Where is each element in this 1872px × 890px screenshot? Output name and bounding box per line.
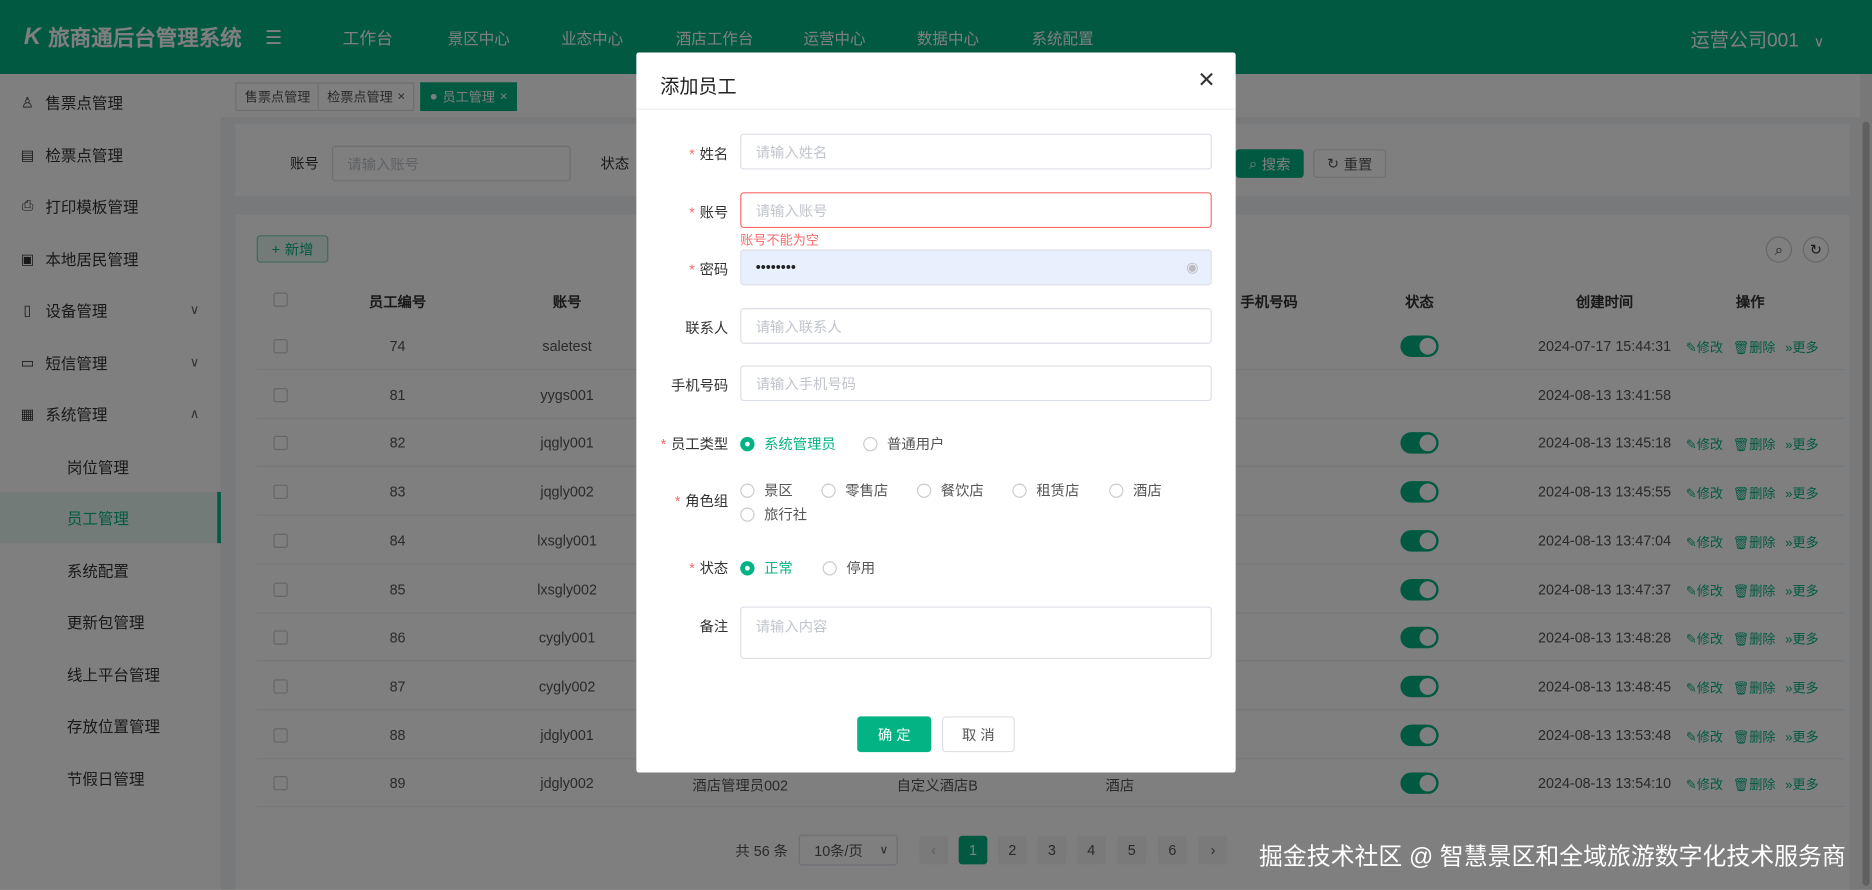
watermark: 掘金技术社区 @ 智慧景区和全域旅游数字化技术服务商 bbox=[1259, 844, 1846, 871]
app: K旅商通后台管理系统 ☰ 工作台 景区中心 业态中心 酒店工作台 运营中心 数据… bbox=[0, 0, 1872, 890]
account-label: * 账号 bbox=[689, 204, 729, 221]
contact-label: 联系人 bbox=[685, 319, 729, 337]
option-label: 租赁店 bbox=[1036, 482, 1080, 500]
account-input[interactable]: 请输入账号 bbox=[740, 192, 1212, 229]
status-disabled-radio[interactable]: 停用 bbox=[822, 558, 876, 578]
checkbox-circle bbox=[916, 482, 932, 498]
label-text: 密码 bbox=[699, 261, 729, 279]
label-text: 员工类型 bbox=[670, 435, 729, 453]
option-label: 餐饮店 bbox=[940, 482, 984, 500]
role-travel-agency-checkbox[interactable]: 旅行社 bbox=[740, 504, 807, 524]
radio-dot bbox=[740, 436, 755, 451]
dialog-title: 添加员工 bbox=[660, 77, 737, 98]
label-text: 角色组 bbox=[685, 493, 729, 510]
radio-dot bbox=[863, 436, 878, 451]
checkbox-circle bbox=[740, 482, 755, 498]
contact-input[interactable]: 请输入联系人 bbox=[740, 308, 1212, 344]
staff-type-admin-radio[interactable]: 系统管理员 bbox=[740, 433, 836, 453]
close-icon[interactable]: ✕ bbox=[1197, 68, 1215, 93]
radio-label: 停用 bbox=[846, 559, 876, 577]
checkbox-circle bbox=[1012, 482, 1027, 498]
label-text: 账号 bbox=[699, 204, 729, 221]
role-hotel-checkbox[interactable]: 酒店 bbox=[1109, 480, 1162, 500]
checkbox-circle bbox=[821, 482, 836, 498]
radio-label: 系统管理员 bbox=[764, 435, 836, 453]
remark-label: 备注 bbox=[699, 618, 729, 636]
phone-label: 手机号码 bbox=[670, 377, 729, 394]
staff-type-user-radio[interactable]: 普通用户 bbox=[863, 433, 944, 453]
name-label: * 姓名 bbox=[689, 145, 729, 163]
eye-icon[interactable]: ◉ bbox=[1186, 259, 1199, 276]
label-text: 姓名 bbox=[699, 145, 729, 163]
account-error-message: 账号不能为空 bbox=[740, 234, 820, 249]
status-label: * 状态 bbox=[689, 559, 729, 577]
option-label: 旅行社 bbox=[764, 506, 808, 523]
radio-label: 普通用户 bbox=[887, 435, 945, 453]
role-group-label: * 角色组 bbox=[674, 493, 729, 510]
password-value: •••••••• bbox=[755, 259, 796, 276]
password-input[interactable]: •••••••• ◉ bbox=[740, 249, 1212, 286]
option-label: 酒店 bbox=[1132, 482, 1162, 500]
divider bbox=[636, 108, 1236, 110]
staff-type-label: * 员工类型 bbox=[660, 435, 729, 453]
option-label: 景区 bbox=[764, 482, 793, 500]
add-staff-dialog: 添加员工 ✕ * 姓名 请输入姓名 * 账号 请输入账号 账号不能为空 * 密码 ••… bbox=[636, 52, 1236, 773]
remark-textarea[interactable]: 请输入内容 bbox=[740, 606, 1212, 660]
role-scenic-checkbox[interactable]: 景区 bbox=[740, 480, 793, 500]
password-label: * 密码 bbox=[689, 261, 729, 279]
role-rental-checkbox[interactable]: 租赁店 bbox=[1012, 480, 1079, 500]
role-restaurant-checkbox[interactable]: 餐饮店 bbox=[916, 480, 984, 500]
role-retail-checkbox[interactable]: 零售店 bbox=[821, 480, 888, 500]
radio-dot bbox=[740, 560, 755, 575]
phone-input[interactable]: 请输入手机号码 bbox=[740, 365, 1212, 402]
checkbox-circle bbox=[740, 506, 755, 522]
option-label: 零售店 bbox=[845, 482, 889, 500]
radio-label: 正常 bbox=[764, 559, 793, 577]
confirm-button[interactable]: 确 定 bbox=[857, 716, 932, 753]
status-normal-radio[interactable]: 正常 bbox=[740, 558, 793, 578]
radio-dot bbox=[822, 560, 837, 575]
name-input[interactable]: 请输入姓名 bbox=[740, 133, 1212, 170]
cancel-button[interactable]: 取 消 bbox=[941, 716, 1015, 753]
label-text: 状态 bbox=[699, 559, 729, 577]
checkbox-circle bbox=[1109, 482, 1124, 498]
